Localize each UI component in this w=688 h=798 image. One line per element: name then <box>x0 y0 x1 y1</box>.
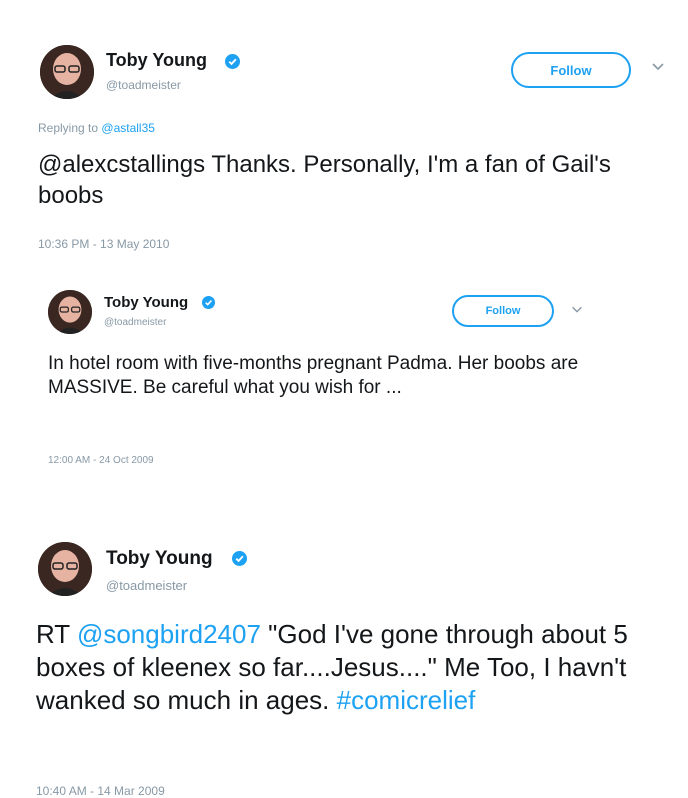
verified-badge-icon <box>202 296 215 309</box>
author-handle[interactable]: @toadmeister <box>106 78 181 92</box>
reply-handle-link[interactable]: @astall35 <box>101 121 155 135</box>
avatar[interactable] <box>38 542 92 596</box>
author-handle[interactable]: @toadmeister <box>106 578 187 593</box>
chevron-down-icon[interactable] <box>570 302 584 316</box>
verified-badge-icon <box>232 551 247 566</box>
author-handle[interactable]: @toadmeister <box>104 317 166 328</box>
replying-to-label: Replying to <box>38 121 99 135</box>
tweet-3: Toby Young @toadmeister RT @songbird2407… <box>0 520 688 798</box>
author-name[interactable]: Toby Young <box>106 548 213 570</box>
avatar[interactable] <box>40 45 94 99</box>
chevron-down-icon[interactable] <box>650 58 666 74</box>
follow-button[interactable]: Follow <box>452 295 554 327</box>
tweet-timestamp[interactable]: 12:00 AM - 24 Oct 2009 <box>48 455 154 466</box>
author-name[interactable]: Toby Young <box>106 50 207 71</box>
mention-link[interactable]: @songbird2407 <box>77 619 261 649</box>
avatar[interactable] <box>48 290 92 334</box>
replying-to-line: Replying to @astall35 <box>38 121 155 135</box>
hashtag-link[interactable]: #comicrelief <box>337 685 476 715</box>
tweet-2: Toby Young @toadmeister Follow In hotel … <box>0 270 688 490</box>
tweet-text: @alexcstallings Thanks. Personally, I'm … <box>38 151 611 209</box>
rt-prefix: RT <box>36 619 70 649</box>
tweet-timestamp[interactable]: 10:40 AM - 14 Mar 2009 <box>36 784 165 798</box>
follow-button[interactable]: Follow <box>511 52 631 88</box>
tweet-text: RT @songbird2407 "God I've gone through … <box>36 618 686 717</box>
author-name[interactable]: Toby Young <box>104 294 188 311</box>
tweet-timestamp[interactable]: 10:36 PM - 13 May 2010 <box>38 237 169 251</box>
verified-badge-icon <box>225 54 240 69</box>
tweet-1: Toby Young @toadmeister Follow Replying … <box>0 0 688 270</box>
tweet-text: In hotel room with five-months pregnant … <box>48 353 579 399</box>
